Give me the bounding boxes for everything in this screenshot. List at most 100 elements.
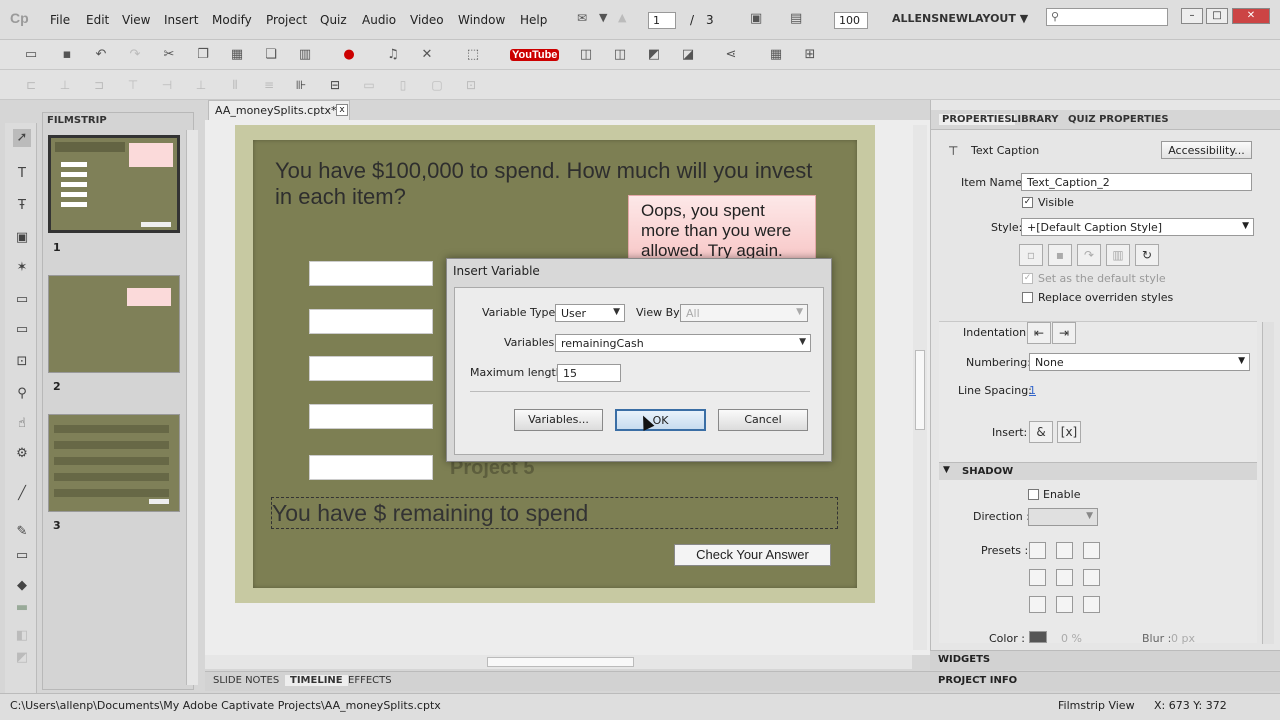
stage-horizontal-scroll-thumb[interactable] <box>487 657 634 667</box>
duplicate-icon[interactable]: ❏ <box>262 46 280 64</box>
record-icon[interactable]: ● <box>340 46 358 64</box>
menu-help[interactable]: Help <box>520 13 547 27</box>
text-entry-tool-icon[interactable]: ▭ <box>13 321 31 339</box>
distribute-h-icon[interactable]: ⫴ <box>226 76 244 94</box>
default-style-checkbox[interactable]: ✓ <box>1022 273 1033 284</box>
menu-quiz[interactable]: Quiz <box>320 13 347 27</box>
text-entry-box-2[interactable] <box>309 309 433 334</box>
ok-button[interactable]: OK <box>615 409 706 431</box>
fill-color-icon[interactable]: ▬ <box>13 599 31 617</box>
bring-forward-icon[interactable]: ◫ <box>577 46 595 64</box>
insert-variable-icon[interactable]: [x] <box>1057 421 1081 443</box>
preset-2[interactable] <box>1056 542 1073 559</box>
shadow-enable-checkbox[interactable] <box>1028 489 1039 500</box>
tab-library[interactable]: LIBRARY <box>1011 114 1059 125</box>
widgets-panel-header[interactable]: WIDGETS <box>930 650 1280 670</box>
text-entry-box-4[interactable] <box>309 404 433 429</box>
menu-video[interactable]: Video <box>410 13 444 27</box>
send-backward-icon[interactable]: ◫ <box>611 46 629 64</box>
fill-tool-icon[interactable]: ◆ <box>13 577 31 595</box>
align-left-icon[interactable]: ⊏ <box>22 76 40 94</box>
search-input[interactable]: ⚲ <box>1046 8 1168 26</box>
numbering-select[interactable]: None ▼ <box>1029 353 1250 371</box>
next-slide-icon[interactable]: ▼ <box>599 11 607 24</box>
bring-front-icon[interactable]: ◩ <box>645 46 663 64</box>
rollover-caption-tool-icon[interactable]: Ŧ <box>13 197 31 215</box>
preset-6[interactable] <box>1083 569 1100 586</box>
same-height-icon[interactable]: ▯ <box>394 76 412 94</box>
increase-indent-icon[interactable]: ⇥ <box>1052 322 1076 344</box>
variables-button[interactable]: Variables... <box>514 409 603 431</box>
menu-project[interactable]: Project <box>266 13 307 27</box>
reset-style-icon[interactable]: ↻ <box>1135 244 1159 266</box>
tab-quiz-properties[interactable]: QUIZ PROPERTIES <box>1068 114 1169 125</box>
audio-icon[interactable]: ♫ <box>384 46 402 64</box>
audio-off-icon[interactable]: ✕ <box>418 46 436 64</box>
delete-style-icon[interactable]: ▥ <box>1106 244 1130 266</box>
align-bottom-icon[interactable]: ⊥ <box>192 76 210 94</box>
grid-icon[interactable]: ▦ <box>767 46 785 64</box>
reset-colors-icon[interactable]: ◩ <box>13 649 31 667</box>
shadow-opacity[interactable]: 0 % <box>1061 632 1082 645</box>
align-top-icon[interactable]: ⊤ <box>124 76 142 94</box>
max-length-input[interactable]: 15 <box>557 364 621 382</box>
preset-7[interactable] <box>1029 596 1046 613</box>
tab-slide-notes[interactable]: SLIDE NOTES <box>213 675 279 686</box>
save-style-icon[interactable]: ▪ <box>1048 244 1072 266</box>
text-entry-box-5[interactable] <box>309 455 433 480</box>
workspace-switcher[interactable]: ALLENSNEWLAYOUT ▼ <box>892 12 1028 25</box>
accessibility-button[interactable]: Accessibility... <box>1161 141 1252 159</box>
visible-checkbox[interactable]: ✓ <box>1022 197 1033 208</box>
menu-view[interactable]: View <box>122 13 150 27</box>
blur-value[interactable]: 0 px <box>1171 632 1195 645</box>
publish-icon[interactable]: ⬚ <box>464 46 482 64</box>
text-entry-box-1[interactable] <box>309 261 433 286</box>
text-entry-box-3[interactable] <box>309 356 433 381</box>
slide-thumbnail-3[interactable] <box>48 414 180 512</box>
tab-properties[interactable]: PROPERTIES <box>939 114 1015 125</box>
cancel-button[interactable]: Cancel <box>718 409 808 431</box>
decrease-indent-icon[interactable]: ⇤ <box>1027 322 1051 344</box>
open-folder-icon[interactable]: ▤ <box>790 11 802 26</box>
feedback-caption[interactable]: Oops, you spent more than you were allow… <box>628 195 816 260</box>
variable-type-select[interactable]: User ▼ <box>555 304 625 322</box>
align-center-icon[interactable]: ⊥ <box>56 76 74 94</box>
preset-5[interactable] <box>1056 569 1073 586</box>
same-size-icon[interactable]: ▢ <box>428 76 446 94</box>
close-window-button[interactable]: ✕ <box>1232 8 1270 24</box>
preset-8[interactable] <box>1056 596 1073 613</box>
save-icon[interactable]: ▪ <box>58 46 76 64</box>
preview-icon[interactable]: ▣ <box>750 11 762 26</box>
item-name-input[interactable]: Text_Caption_2 <box>1021 173 1252 191</box>
undo-icon[interactable]: ↶ <box>92 46 110 64</box>
line-spacing-value[interactable]: 1 <box>1029 384 1036 397</box>
preset-1[interactable] <box>1029 542 1046 559</box>
project-info-panel-header[interactable]: PROJECT INFO <box>930 671 1280 691</box>
redo-icon[interactable]: ↷ <box>126 46 144 64</box>
mouse-tool-icon[interactable]: ☝ <box>13 415 31 433</box>
select-tool-icon[interactable]: ➚ <box>13 129 31 147</box>
minimize-button[interactable]: – <box>1181 8 1203 24</box>
direction-select[interactable]: ▼ <box>1028 508 1098 526</box>
shadow-color-swatch[interactable] <box>1029 631 1047 643</box>
youtube-button[interactable]: YouTube <box>510 46 560 64</box>
menu-audio[interactable]: Audio <box>362 13 396 27</box>
resize-icon[interactable]: ⊡ <box>462 76 480 94</box>
prev-slide-icon[interactable]: ▲ <box>618 11 626 24</box>
page-number-field[interactable]: 1 <box>648 12 676 29</box>
filmstrip-scrollbar[interactable] <box>186 130 198 685</box>
preset-3[interactable] <box>1083 542 1100 559</box>
copy-icon[interactable]: ❐ <box>194 46 212 64</box>
tab-effects[interactable]: EFFECTS <box>348 675 392 686</box>
stage-vertical-scroll-thumb[interactable] <box>915 350 925 430</box>
click-box-tool-icon[interactable]: ⊡ <box>13 353 31 371</box>
align-middle-icon[interactable]: ⊣ <box>158 76 176 94</box>
menu-insert[interactable]: Insert <box>164 13 198 27</box>
document-tab[interactable]: AA_moneySplits.cptx* <box>208 100 350 120</box>
replace-styles-checkbox[interactable] <box>1022 292 1033 303</box>
center-v-icon[interactable]: ⊟ <box>326 76 344 94</box>
stroke-color-icon[interactable]: ▭ <box>13 547 31 565</box>
insert-symbol-icon[interactable]: & <box>1029 421 1053 443</box>
redo-style-icon[interactable]: ↷ <box>1077 244 1101 266</box>
zoom-field[interactable]: 100 <box>834 12 868 29</box>
